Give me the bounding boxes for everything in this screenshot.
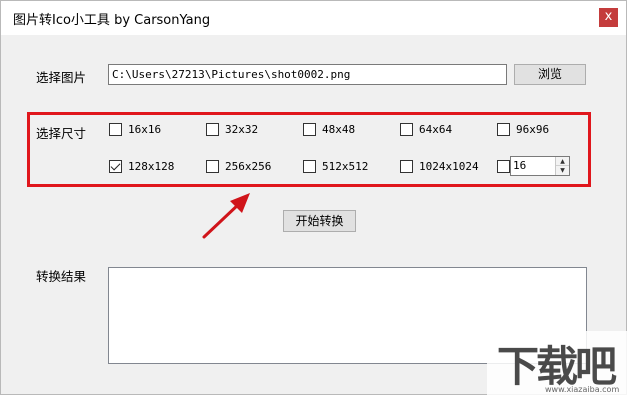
stepper-up-icon[interactable]: ▲ bbox=[556, 157, 569, 166]
size-option-32[interactable]: 32x32 bbox=[206, 122, 258, 136]
size-option-custom[interactable] bbox=[497, 159, 510, 173]
checkbox-64[interactable] bbox=[400, 122, 413, 136]
start-convert-button[interactable]: 开始转换 bbox=[283, 210, 356, 232]
annotation-arrow-icon bbox=[202, 193, 250, 239]
title-bar: 图片转Ico小工具 by CarsonYang x bbox=[1, 1, 626, 35]
checkbox-512[interactable] bbox=[303, 159, 316, 173]
window-title: 图片转Ico小工具 by CarsonYang bbox=[13, 13, 211, 28]
stepper-buttons: ▲ ▼ bbox=[555, 157, 569, 175]
size-label-64: 64x64 bbox=[419, 122, 453, 136]
size-label-128: 128x128 bbox=[128, 159, 175, 173]
checkbox-256[interactable] bbox=[206, 159, 219, 173]
size-option-16[interactable]: 16x16 bbox=[109, 122, 161, 136]
size-label-32: 32x32 bbox=[225, 122, 259, 136]
select-image-label: 选择图片 bbox=[36, 70, 87, 85]
select-size-label: 选择尺寸 bbox=[36, 126, 87, 141]
size-option-512[interactable]: 512x512 bbox=[303, 159, 368, 173]
size-option-96[interactable]: 96x96 bbox=[497, 122, 549, 136]
size-label-16: 16x16 bbox=[128, 122, 162, 136]
size-label-256: 256x256 bbox=[225, 159, 272, 173]
size-label-96: 96x96 bbox=[516, 122, 550, 136]
size-option-48[interactable]: 48x48 bbox=[303, 122, 355, 136]
stepper-down-icon[interactable]: ▼ bbox=[556, 166, 569, 175]
size-option-1024[interactable]: 1024x1024 bbox=[400, 159, 479, 173]
checkbox-16[interactable] bbox=[109, 122, 122, 136]
size-option-64[interactable]: 64x64 bbox=[400, 122, 452, 136]
checkbox-32[interactable] bbox=[206, 122, 219, 136]
checkbox-48[interactable] bbox=[303, 122, 316, 136]
result-label: 转换结果 bbox=[36, 269, 87, 284]
watermark-url: www.xiazaiba.com bbox=[545, 385, 620, 394]
size-option-256[interactable]: 256x256 bbox=[206, 159, 271, 173]
checkbox-128[interactable] bbox=[109, 159, 122, 173]
browse-button[interactable]: 浏览 bbox=[514, 64, 586, 85]
custom-size-value[interactable]: 16 bbox=[513, 159, 526, 172]
app-window: 图片转Ico小工具 by CarsonYang x 选择图片 C:\Users\… bbox=[0, 0, 627, 395]
size-label-512: 512x512 bbox=[322, 159, 369, 173]
close-icon: x bbox=[604, 9, 613, 24]
checkbox-custom[interactable] bbox=[497, 159, 510, 173]
size-label-1024: 1024x1024 bbox=[419, 159, 479, 173]
size-label-48: 48x48 bbox=[322, 122, 356, 136]
site-watermark: 下载吧 www.xiazaiba.com bbox=[487, 331, 627, 395]
image-path-input[interactable]: C:\Users\27213\Pictures\shot0002.png bbox=[108, 64, 507, 85]
custom-size-stepper[interactable]: 16 ▲ ▼ bbox=[510, 156, 570, 176]
checkbox-96[interactable] bbox=[497, 122, 510, 136]
checkbox-1024[interactable] bbox=[400, 159, 413, 173]
close-button[interactable]: x bbox=[599, 8, 618, 27]
size-option-128[interactable]: 128x128 bbox=[109, 159, 174, 173]
